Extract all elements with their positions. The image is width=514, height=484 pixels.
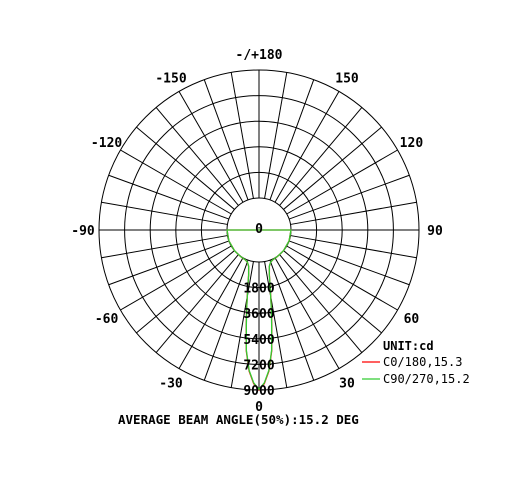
polar-luminous-intensity-chart: -/+180 150 120 90 60 30 0 -30 -60 -90 -120 -150 0 18… <box>71 48 470 427</box>
radial-tick-label: 0 <box>255 222 263 237</box>
angle-label: 30 <box>339 376 355 391</box>
beam-angle-caption: AVERAGE BEAM ANGLE(50%):15.2 DEG <box>118 412 359 427</box>
radial-tick-label: 9000 <box>243 384 274 399</box>
grid-spoke <box>203 79 249 201</box>
unit-label: UNIT:cd <box>383 339 434 353</box>
grid-spoke <box>101 235 228 259</box>
radial-tick-label: 7200 <box>243 358 274 373</box>
legend-entry-c90-270: C90/270,15.2 <box>383 372 470 386</box>
grid-spoke <box>108 174 230 220</box>
grid-spoke <box>269 79 315 201</box>
angle-label: -120 <box>91 136 122 151</box>
grid-spoke <box>203 259 249 381</box>
angle-label: -60 <box>95 312 119 327</box>
grid-spoke <box>269 259 315 381</box>
radial-tick-label: 1800 <box>243 282 274 297</box>
angle-label: 90 <box>427 224 443 239</box>
angle-label: -30 <box>159 376 183 391</box>
radial-tick-label: 5400 <box>243 333 274 348</box>
angle-label: -150 <box>155 72 186 87</box>
grid-spoke <box>288 174 410 220</box>
grid-spoke <box>290 201 417 225</box>
radial-tick-label: 3600 <box>243 307 274 322</box>
grid-spoke <box>101 201 228 225</box>
angle-label: 60 <box>404 312 420 327</box>
angle-label: 150 <box>335 72 359 87</box>
angle-label: 120 <box>400 136 424 151</box>
grid-spoke <box>288 240 410 286</box>
grid-spoke <box>230 72 254 199</box>
grid-spoke <box>108 240 230 286</box>
angle-label: -90 <box>71 224 95 239</box>
grid-spoke <box>290 235 417 259</box>
radial-tick-labels: 0 1800 3600 5400 7200 9000 <box>243 222 274 399</box>
grid-spoke <box>264 72 288 199</box>
legend-entry-c0-180: C0/180,15.3 <box>383 355 462 369</box>
angle-label: -/+180 <box>236 48 283 63</box>
